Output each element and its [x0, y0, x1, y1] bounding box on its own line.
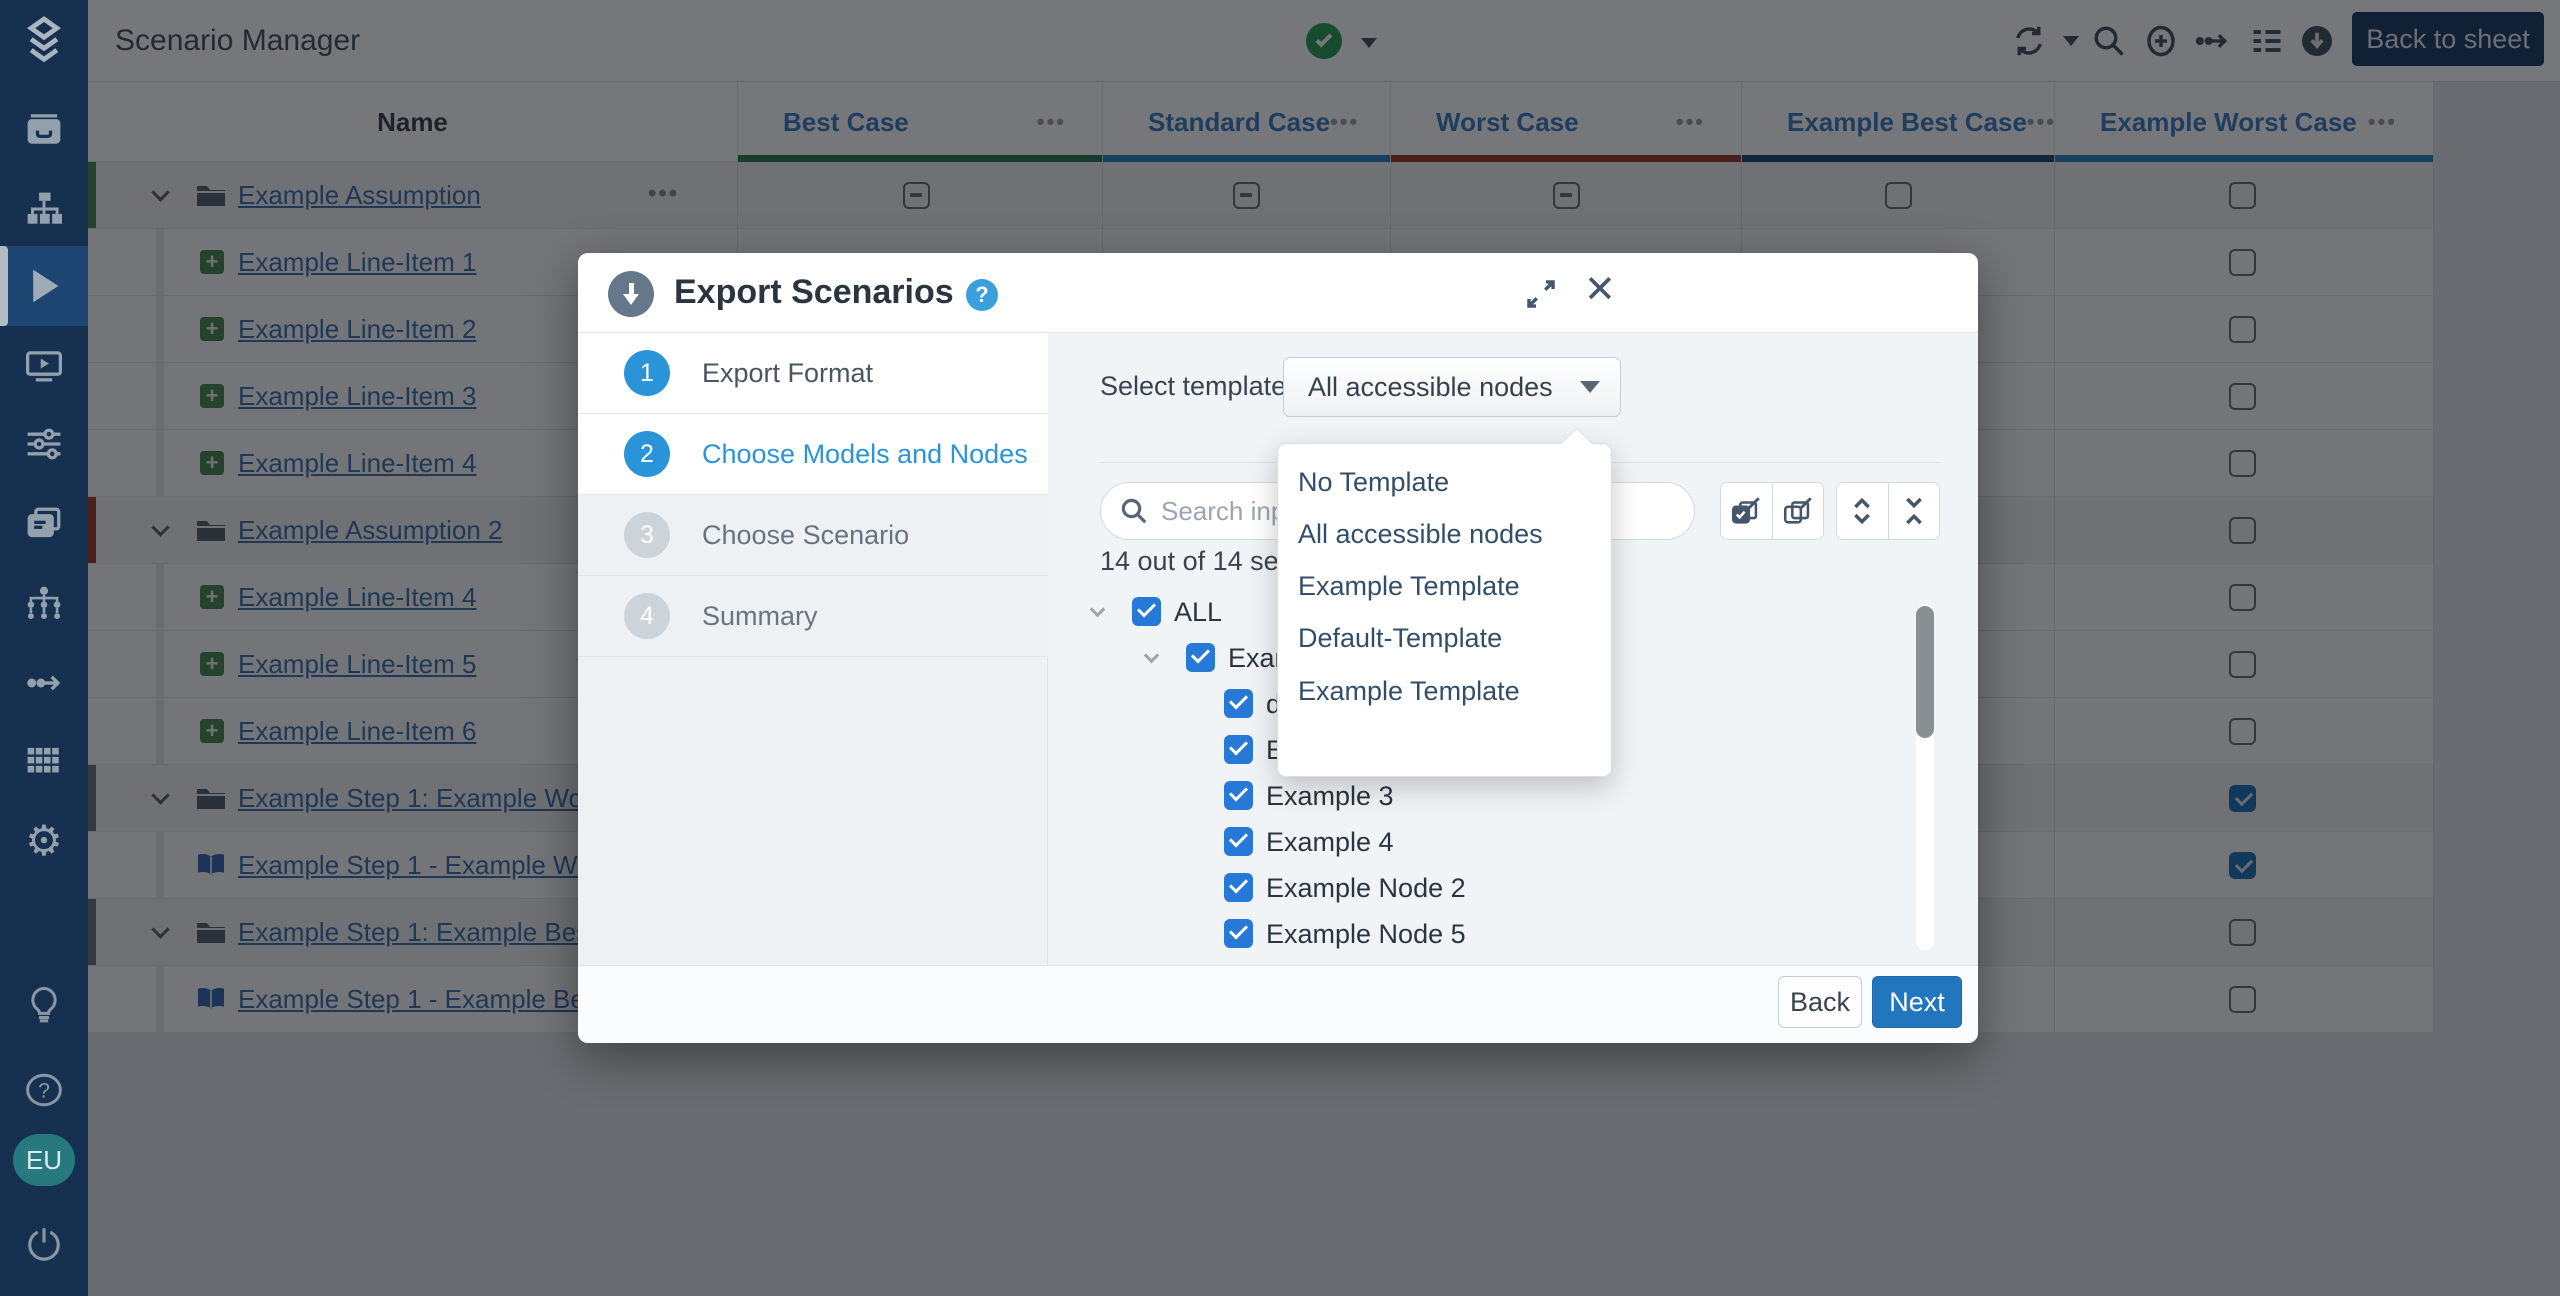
step-choose-scenario[interactable]: 3 Choose Scenario [578, 495, 1048, 576]
back-button[interactable]: Back [1778, 976, 1862, 1028]
modal-footer: Back Next [578, 965, 1978, 1043]
gear-icon: ⚙ [25, 820, 63, 862]
avatar[interactable]: EU [13, 1134, 75, 1186]
app-logo[interactable] [0, 0, 88, 82]
tree-checkbox-checked[interactable] [1132, 597, 1161, 626]
select-all-icon[interactable] [1721, 482, 1772, 540]
step-summary[interactable]: 4 Summary [578, 576, 1048, 657]
step-choose-models[interactable]: 2 Choose Models and Nodes [578, 414, 1048, 495]
template-dropdown-value: All accessible nodes [1308, 372, 1553, 403]
tree-checkbox-checked[interactable] [1224, 735, 1253, 764]
help-icon[interactable]: ? [966, 279, 998, 311]
modal-title: Export Scenarios [674, 273, 954, 312]
chevron-down-icon[interactable] [1144, 648, 1160, 664]
sidebar-item-scenarios-active[interactable] [0, 246, 88, 326]
sidebar-item-flows[interactable] [0, 643, 88, 723]
tree-node: Example 3 [1048, 773, 1908, 819]
tree-node-label[interactable]: Example Node 2 [1266, 873, 1466, 904]
sidebar-item-pages[interactable] [0, 484, 88, 564]
sidebar-item-presentation[interactable] [0, 326, 88, 406]
step-label: Summary [702, 601, 818, 632]
select-template-label: Select template [1100, 371, 1286, 402]
chevron-down-icon [1580, 381, 1600, 393]
scrollbar-track[interactable] [1916, 604, 1934, 950]
sidebar-item-help[interactable]: ? [0, 1050, 88, 1130]
close-icon[interactable]: ✕ [1584, 267, 1616, 312]
menu-item[interactable]: All accessible nodes [1278, 508, 1613, 560]
menu-item[interactable]: Default-Template [1278, 612, 1613, 664]
tree-node-label[interactable]: ALL [1174, 597, 1222, 628]
expand-icon[interactable] [1524, 277, 1558, 316]
step-export-format[interactable]: 1 Export Format [578, 333, 1048, 414]
tree-node-label[interactable]: Example Node 5 [1266, 919, 1466, 949]
tree-node: Example Node 5 [1048, 911, 1908, 949]
active-indicator [0, 246, 8, 326]
sidebar-item-hierarchy[interactable] [0, 169, 88, 249]
tree-checkbox-checked[interactable] [1224, 781, 1253, 810]
step-number: 1 [624, 350, 670, 396]
sidebar-item-ideas[interactable] [0, 965, 88, 1045]
deselect-all-icon[interactable] [1772, 482, 1823, 540]
menu-item[interactable]: Example Template [1278, 560, 1613, 612]
collapse-all-icon[interactable] [1888, 482, 1939, 540]
tree-node-label[interactable]: Example 3 [1266, 781, 1394, 812]
export-icon [608, 271, 654, 317]
sidebar-item-archive[interactable] [0, 89, 88, 169]
tree-expand-button-group [1836, 482, 1940, 540]
sidebar-item-settings[interactable]: ⚙ [0, 801, 88, 881]
tree-checkbox-checked[interactable] [1224, 919, 1253, 948]
wizard-steps: 1 Export Format 2 Choose Models and Node… [578, 333, 1048, 965]
step-label: Choose Scenario [702, 520, 909, 551]
menu-item[interactable]: Example Template [1278, 665, 1613, 717]
tree-node: Example 4 [1048, 819, 1908, 865]
chevron-down-icon[interactable] [1090, 602, 1106, 618]
app-sidebar: ⚙ ? EU [0, 0, 88, 1296]
scrollbar-thumb[interactable] [1916, 606, 1934, 738]
search-icon [1119, 496, 1149, 526]
tree-checkbox-checked[interactable] [1224, 873, 1253, 902]
expand-all-icon[interactable] [1837, 482, 1888, 540]
modal-header: Export Scenarios ? ✕ [578, 253, 1978, 333]
tree-node-label[interactable]: Example 4 [1266, 827, 1394, 858]
tree-checkbox-checked[interactable] [1186, 643, 1215, 672]
step-label: Choose Models and Nodes [702, 439, 1028, 470]
sidebar-item-network[interactable] [0, 563, 88, 643]
selection-button-group [1720, 482, 1824, 540]
next-button[interactable]: Next [1872, 976, 1962, 1028]
menu-item[interactable]: No Template [1278, 456, 1613, 508]
template-dropdown-menu: No Template All accessible nodes Example… [1277, 443, 1612, 777]
step-number: 2 [624, 431, 670, 477]
tree-checkbox-checked[interactable] [1224, 827, 1253, 856]
template-dropdown[interactable]: All accessible nodes [1283, 357, 1621, 417]
sidebar-item-logout[interactable] [0, 1204, 88, 1284]
step-number: 4 [624, 593, 670, 639]
tree-checkbox-checked[interactable] [1224, 689, 1253, 718]
sidebar-item-settings-sliders[interactable] [0, 404, 88, 484]
sidebar-item-grid[interactable] [0, 721, 88, 801]
tree-node: Example Node 2 [1048, 865, 1908, 911]
svg-text:?: ? [38, 1078, 50, 1102]
step-number: 3 [624, 512, 670, 558]
step-label: Export Format [702, 358, 873, 389]
